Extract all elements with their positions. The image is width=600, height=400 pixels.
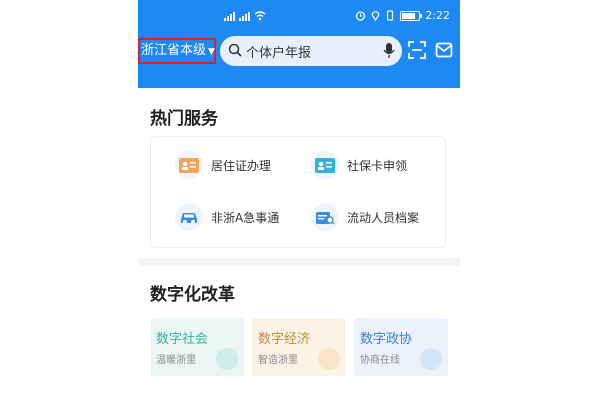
service-floating-personnel-archive[interactable]: 流动人员档案 [311,203,419,231]
vibrate-icon [387,10,394,21]
id-card-icon [175,151,203,179]
phone-screen: 2:22 浙江省本级 ▼ 个体户年报 热门服务 居住证办理 社保卡申领 非浙A急… [138,0,460,400]
signal-icon [224,11,235,21]
wifi-icon [254,11,266,21]
service-social-security-card[interactable]: 社保卡申领 [311,151,407,179]
tile-digital-economy[interactable]: 数字经济 智造浙里 [252,318,346,376]
social-security-card-icon [311,151,339,179]
tile-subtitle: 协商在线 [360,355,400,366]
tile-subtitle: 温暖浙里 [156,355,196,366]
microphone-icon[interactable] [382,42,396,59]
search-bar[interactable]: 个体户年报 [220,36,402,66]
tile-subtitle: 智造浙里 [258,355,298,366]
pie-chart-icon [318,348,340,370]
people-icon [216,348,238,370]
location-icon [371,11,380,21]
status-icons: 2:22 [355,9,450,22]
service-label: 社保卡申领 [347,158,408,173]
tile-digital-cppcc[interactable]: 数字政协 协商在线 [354,318,448,376]
tile-title: 数字社会 [156,332,209,347]
scan-icon[interactable] [408,41,426,59]
caret-down-icon: ▼ [208,47,215,57]
tile-title: 数字经济 [258,332,311,347]
service-residence-permit[interactable]: 居住证办理 [175,151,271,179]
meeting-icon [420,348,442,370]
archive-icon [311,203,339,231]
signal-icon [239,11,250,21]
digital-reform-title: 数字化改革 [150,285,235,305]
signal-indicators [224,10,266,21]
region-label: 浙江省本级 [141,43,207,58]
service-label: 流动人员档案 [347,210,420,225]
service-label: 非浙A急事通 [211,210,280,225]
tile-title: 数字政协 [360,332,413,347]
search-icon [228,43,242,57]
service-non-zhejiang-a-plate[interactable]: 非浙A急事通 [175,203,279,231]
status-bar: 2:22 [138,8,460,28]
alarm-icon [356,11,366,21]
tile-digital-society[interactable]: 数字社会 温暖浙里 [150,318,244,376]
header: 2:22 浙江省本级 ▼ 个体户年报 [138,0,460,88]
search-placeholder: 个体户年报 [246,46,312,61]
hot-services-card: 热门服务 居住证办理 社保卡申领 非浙A急事通 流动人员档案 [138,88,460,258]
status-time: 2:22 [425,9,450,22]
mail-icon[interactable] [435,41,453,59]
car-icon [175,203,203,231]
region-selector[interactable]: 浙江省本级 ▼ [138,38,216,64]
hot-services-title: 热门服务 [150,109,218,129]
service-label: 居住证办理 [211,158,272,173]
hot-services-grid: 居住证办理 社保卡申领 非浙A急事通 流动人员档案 [150,136,446,248]
battery-icon [400,10,423,21]
